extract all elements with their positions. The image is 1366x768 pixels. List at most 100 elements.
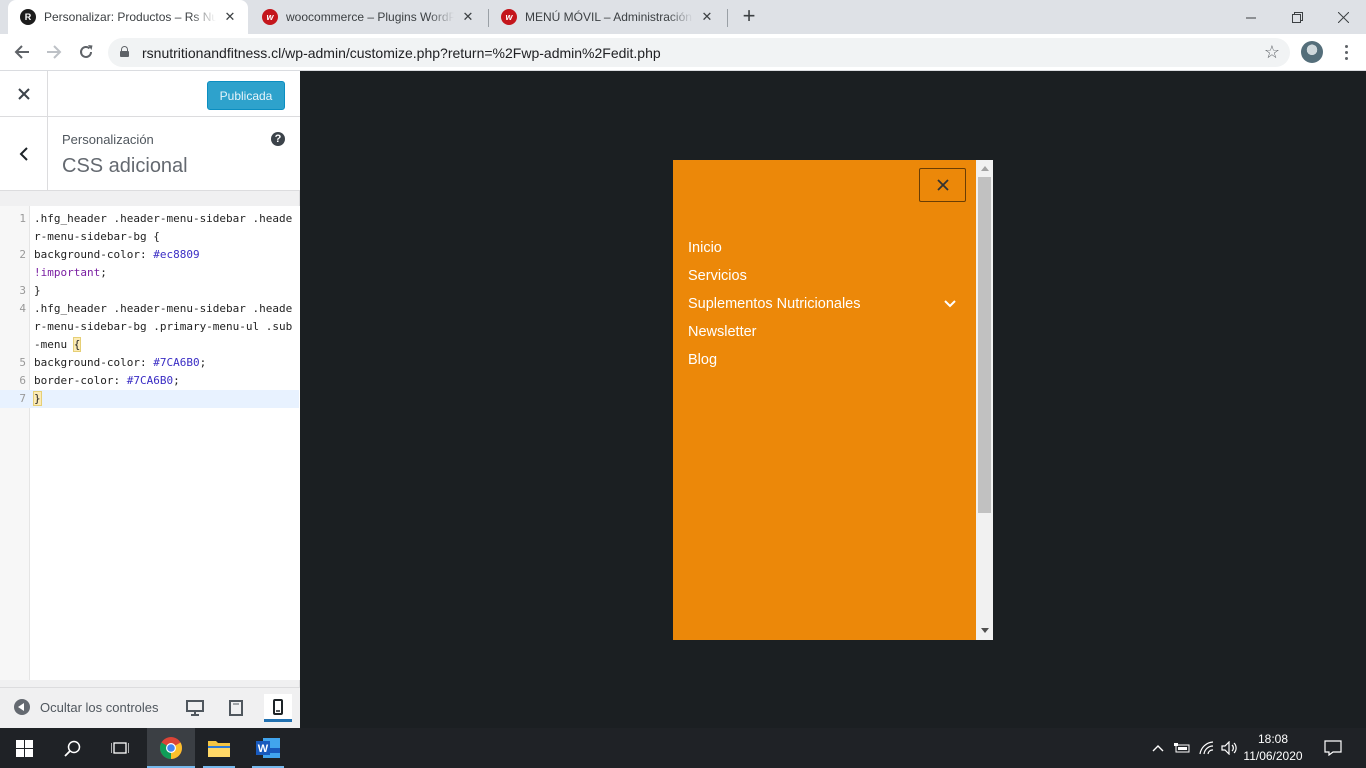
- action-center-button[interactable]: [1322, 728, 1344, 768]
- device-desktop-button[interactable]: [181, 694, 209, 722]
- back-button[interactable]: [9, 39, 35, 65]
- menu-item-label: Suplementos Nutricionales: [688, 296, 861, 312]
- css-hex-value: #7CA6B0: [153, 356, 200, 369]
- code-line: 5 background-color: #7CA6B0;: [0, 354, 299, 372]
- scroll-up-arrow-icon[interactable]: [981, 166, 989, 171]
- tab-menu-movil[interactable]: w MENÚ MÓVIL – Administración WordPress …: [489, 0, 725, 34]
- start-button[interactable]: [0, 728, 48, 768]
- line-number: 4: [19, 302, 26, 315]
- code-text: border-color: #7CA6B0;: [34, 372, 294, 390]
- preview-scrollbar[interactable]: [976, 160, 993, 640]
- code-text: .hfg_header .header-menu-sidebar .header…: [34, 300, 294, 354]
- clock-date: 11/06/2020: [1243, 749, 1303, 763]
- code-line: 6 border-color: #7CA6B0;: [0, 372, 299, 390]
- wifi-icon[interactable]: [1197, 728, 1217, 768]
- new-tab-button[interactable]: +: [737, 5, 761, 29]
- task-view-button[interactable]: [96, 728, 144, 768]
- arrow-right-icon: [47, 45, 62, 59]
- line-number: 7: [19, 392, 26, 405]
- menu-item-suplementos[interactable]: Suplementos Nutricionales: [688, 290, 958, 318]
- tab-woocommerce[interactable]: w woocommerce – Plugins WordPress ✕: [250, 0, 486, 34]
- publish-button[interactable]: Publicada: [207, 81, 285, 110]
- desktop-icon: [186, 700, 204, 716]
- code-text: background-color: #ec8809 !important;: [34, 246, 294, 282]
- w-favicon-icon: w: [262, 9, 278, 25]
- tab-title: MENÚ MÓVIL – Administración WordPress: [525, 10, 693, 24]
- line-number: 1: [19, 212, 26, 225]
- tab-close-icon[interactable]: ✕: [699, 9, 715, 25]
- customizer-header: Publicada: [0, 71, 300, 117]
- css-code-editor[interactable]: 1 .hfg_header .header-menu-sidebar .head…: [0, 206, 300, 680]
- word-icon: W: [256, 738, 280, 758]
- menu-item-servicios[interactable]: Servicios: [688, 262, 958, 290]
- clock-time: 18:08: [1257, 732, 1289, 746]
- system-clock[interactable]: 18:08 11/06/2020: [1240, 731, 1306, 765]
- chrome-taskbar-button[interactable]: [147, 728, 195, 768]
- search-icon: [63, 740, 80, 757]
- css-property: background-color:: [34, 356, 154, 369]
- close-customizer-button[interactable]: [0, 71, 48, 117]
- menu-item-newsletter[interactable]: Newsletter: [688, 318, 958, 346]
- forward-button[interactable]: [41, 39, 67, 65]
- bookmark-star-icon[interactable]: ☆: [1264, 42, 1280, 62]
- chevron-down-icon[interactable]: [942, 290, 958, 318]
- show-hidden-icons-button[interactable]: [1149, 728, 1167, 768]
- line-number: 3: [19, 284, 26, 297]
- css-semicolon: ;: [173, 374, 180, 387]
- code-line-active: 7 }: [0, 390, 299, 408]
- hide-controls-button[interactable]: Ocultar los controles: [14, 699, 159, 715]
- section-header: Personalización CSS adicional ?: [0, 117, 300, 191]
- tab-close-icon[interactable]: ✕: [460, 9, 476, 25]
- minimize-button[interactable]: [1228, 0, 1274, 34]
- reload-icon: [80, 45, 93, 58]
- close-menu-button[interactable]: [919, 168, 966, 202]
- browser-toolbar: rsnutritionandfitness.cl/wp-admin/custom…: [0, 34, 1366, 71]
- rs-favicon-icon: R: [20, 9, 36, 25]
- tab-close-icon[interactable]: ✕: [222, 9, 238, 25]
- matched-brace: }: [33, 391, 42, 406]
- mobile-device-frame: Inicio Servicios Suplementos Nutricional…: [673, 160, 993, 640]
- breadcrumb: Personalización: [62, 132, 154, 147]
- help-icon[interactable]: ?: [271, 132, 285, 146]
- close-window-button[interactable]: [1320, 0, 1366, 34]
- tablet-icon: [229, 700, 243, 716]
- mobile-icon: [273, 698, 283, 715]
- line-number: 2: [19, 248, 26, 261]
- css-semicolon: ;: [199, 356, 207, 369]
- menu-item-blog[interactable]: Blog: [688, 346, 958, 374]
- back-button[interactable]: [0, 117, 48, 190]
- code-text: }: [34, 284, 41, 297]
- device-mobile-button[interactable]: [264, 694, 292, 722]
- w-favicon-icon: w: [501, 9, 517, 25]
- profile-avatar[interactable]: [1301, 41, 1323, 63]
- arrow-left-icon: [14, 45, 29, 59]
- folder-icon: [208, 741, 230, 757]
- restore-button[interactable]: [1274, 0, 1320, 34]
- code-line: 4 .hfg_header .header-menu-sidebar .head…: [0, 300, 299, 354]
- mobile-menu-sidebar: Inicio Servicios Suplementos Nutricional…: [673, 160, 976, 640]
- word-taskbar-button[interactable]: W: [244, 728, 292, 768]
- css-selector: .hfg_header .header-menu-sidebar .header…: [34, 302, 293, 351]
- address-bar[interactable]: rsnutritionandfitness.cl/wp-admin/custom…: [108, 38, 1290, 67]
- chrome-menu-icon[interactable]: [1336, 41, 1356, 63]
- restore-icon: [1291, 11, 1303, 23]
- tab-separator: [727, 9, 728, 27]
- search-button[interactable]: [48, 728, 96, 768]
- chevron-left-icon: [19, 146, 28, 161]
- customizer-sidebar: Publicada Personalización CSS adicional …: [0, 71, 300, 728]
- code-text: background-color: #7CA6B0;: [34, 354, 294, 372]
- reload-button[interactable]: [73, 39, 99, 65]
- line-number: 5: [19, 356, 26, 369]
- css-semicolon: ;: [100, 266, 107, 279]
- tab-personalizar[interactable]: R Personalizar: Productos – Rs Nutrition…: [8, 0, 248, 34]
- scroll-down-arrow-icon[interactable]: [981, 628, 989, 633]
- menu-item-inicio[interactable]: Inicio: [688, 234, 958, 262]
- minimize-icon: [1245, 17, 1256, 18]
- device-tablet-button[interactable]: [222, 694, 250, 722]
- volume-icon[interactable]: [1220, 728, 1240, 768]
- line-number: 6: [19, 374, 26, 387]
- site-preview: Inicio Servicios Suplementos Nutricional…: [300, 71, 1366, 728]
- scroll-thumb[interactable]: [978, 177, 991, 513]
- battery-icon[interactable]: [1172, 728, 1192, 768]
- file-explorer-taskbar-button[interactable]: [195, 728, 243, 768]
